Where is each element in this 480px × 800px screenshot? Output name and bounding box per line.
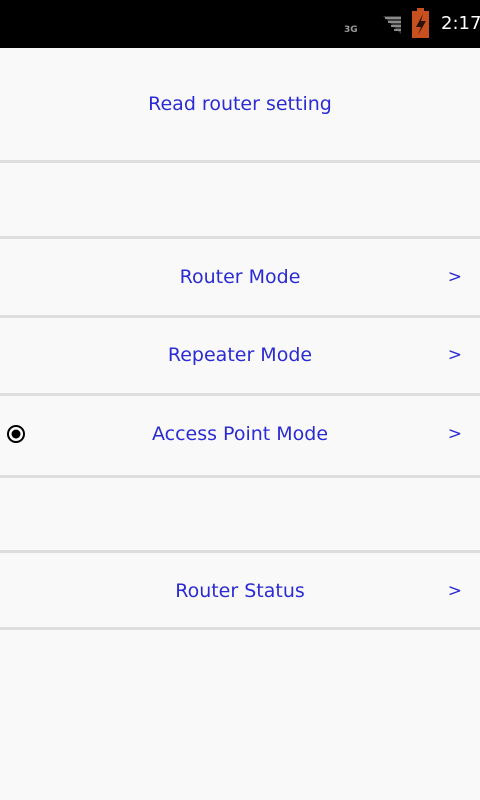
battery-icon <box>412 8 429 38</box>
read-router-setting-button[interactable]: Read router setting <box>0 48 480 161</box>
chevron-right-icon: > <box>447 345 462 365</box>
router-status-label: Router Status <box>175 580 305 602</box>
router-mode-item[interactable]: Router Mode > <box>0 239 480 315</box>
router-status-item[interactable]: Router Status > <box>0 553 480 627</box>
repeater-mode-label: Repeater Mode <box>167 344 313 366</box>
status-bar: 3G 2:17 <box>0 0 480 48</box>
access-point-mode-item[interactable]: Access Point Mode > <box>0 396 480 475</box>
chevron-right-icon: > <box>447 581 462 601</box>
divider <box>0 160 480 163</box>
chevron-right-icon: > <box>447 424 462 444</box>
signal-icon <box>383 16 401 34</box>
network-type-label: 3G <box>344 25 358 35</box>
router-mode-label: Router Mode <box>179 266 301 288</box>
repeater-mode-item[interactable]: Repeater Mode > <box>0 318 480 393</box>
chevron-right-icon: > <box>447 267 462 287</box>
divider <box>0 627 480 630</box>
access-point-mode-label: Access Point Mode <box>151 423 329 445</box>
clock: 2:17 <box>441 13 480 34</box>
read-router-setting-label: Read router setting <box>148 93 332 115</box>
divider <box>0 475 480 478</box>
